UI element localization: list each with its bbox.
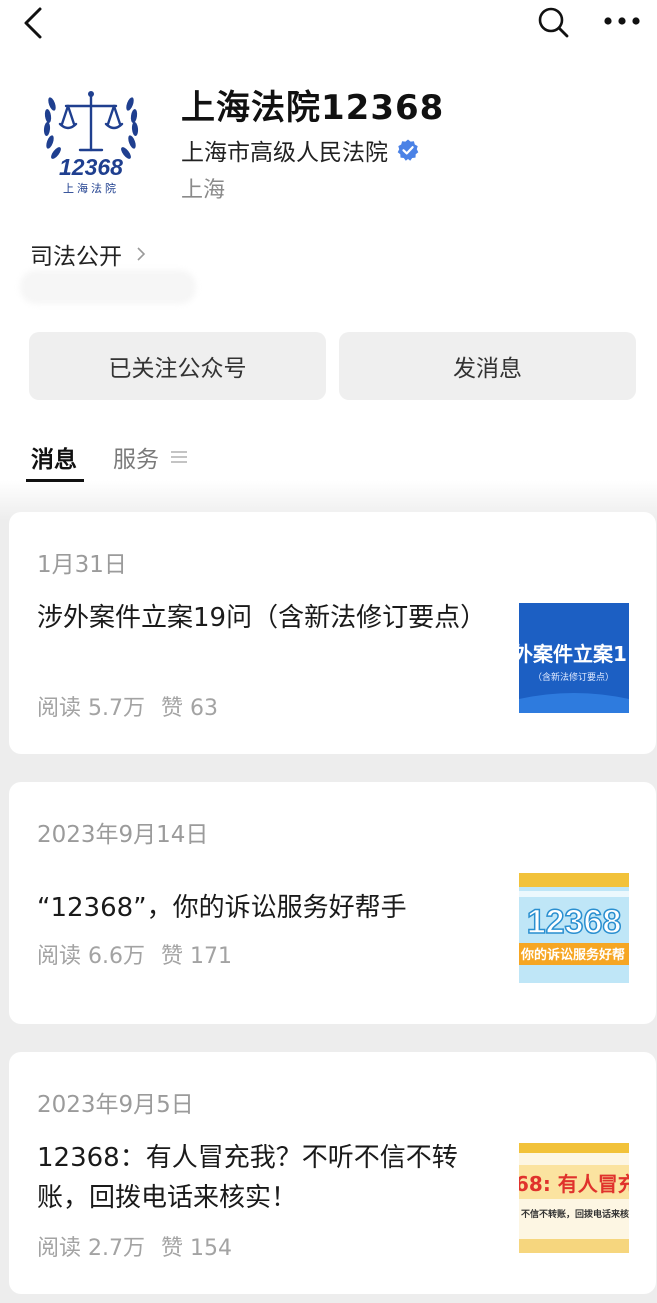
- account-org-label: 上海市高级人民法院: [181, 140, 388, 166]
- article-title[interactable]: “12368”，你的诉讼服务好帮手: [37, 888, 495, 928]
- article-thumbnail[interactable]: 外案件立案1 （含新法修订要点）: [519, 603, 629, 713]
- verified-badge-icon: [397, 139, 419, 161]
- article-thumbnail[interactable]: 68: 有人冒充 不信不转账，回拨电话来核: [519, 1143, 629, 1253]
- article-stats: 阅读 5.7万赞 63: [37, 690, 218, 722]
- article-reads: 阅读 6.6万: [37, 944, 145, 969]
- account-location: 上海: [181, 178, 226, 203]
- article-date: 2023年9月5日: [37, 1092, 194, 1118]
- thumbnail-subline: （含新法修订要点）: [533, 671, 614, 683]
- article-likes: 赞 63: [160, 696, 218, 721]
- article-reads: 阅读 2.7万: [37, 1236, 145, 1261]
- tab-services[interactable]: 服务: [113, 440, 187, 474]
- article-card[interactable]: 2023年9月5日 12368：有人冒充我？不听不信不转账，回拨电话来核实！ 阅…: [9, 1052, 656, 1294]
- back-arrow-icon[interactable]: [18, 4, 48, 42]
- category-tag[interactable]: 司法公开: [30, 237, 146, 271]
- menu-icon: [171, 451, 187, 463]
- chevron-right-icon: [137, 247, 146, 261]
- article-reads: 阅读 5.7万: [37, 696, 145, 721]
- followed-button[interactable]: 已关注公众号: [29, 332, 326, 400]
- article-stats: 阅读 6.6万赞 171: [37, 938, 232, 970]
- article-stats: 阅读 2.7万赞 154: [37, 1230, 232, 1262]
- article-likes: 赞 154: [160, 1236, 232, 1261]
- thumbnail-headline: 外案件立案1: [519, 642, 627, 666]
- category-tag-label: 司法公开: [30, 244, 122, 270]
- thumbnail-subline: 不信不转账，回拨电话来核: [521, 1208, 629, 1220]
- send-message-button[interactable]: 发消息: [339, 332, 636, 400]
- active-tab-underline: [26, 479, 84, 482]
- article-card[interactable]: 2023年9月14日 “12368”，你的诉讼服务好帮手 阅读 6.6万赞 17…: [9, 782, 656, 1024]
- account-organization: 上海市高级人民法院: [181, 133, 420, 167]
- article-thumbnail[interactable]: 12368 你的诉讼服务好帮: [519, 873, 629, 983]
- article-title[interactable]: 涉外案件立案19问（含新法修订要点）: [37, 598, 495, 638]
- article-date: 1月31日: [37, 552, 127, 578]
- navigation-bar: [0, 0, 657, 48]
- court-logo-icon: 12368 上海法院: [43, 91, 139, 195]
- tab-services-label: 服务: [113, 447, 159, 473]
- article-likes: 赞 171: [160, 944, 232, 969]
- thumbnail-subline: 你的诉讼服务好帮: [520, 947, 625, 963]
- article-card[interactable]: 1月31日 涉外案件立案19问（含新法修订要点） 阅读 5.7万赞 63 外案件…: [9, 512, 656, 754]
- logo-number: 12368: [59, 154, 123, 180]
- logo-caption: 上海法院: [63, 181, 119, 195]
- more-options-icon[interactable]: [602, 8, 642, 34]
- article-date: 2023年9月14日: [37, 822, 209, 848]
- account-name: 上海法院12368: [181, 88, 445, 128]
- tab-messages[interactable]: 消息: [31, 440, 77, 474]
- thumbnail-headline: 12368: [527, 903, 622, 941]
- blurred-description: [20, 270, 196, 304]
- thumbnail-headline: 68: 有人冒充: [519, 1172, 629, 1196]
- search-icon[interactable]: [536, 5, 570, 39]
- article-title[interactable]: 12368：有人冒充我？不听不信不转账，回拨电话来核实！: [37, 1138, 495, 1218]
